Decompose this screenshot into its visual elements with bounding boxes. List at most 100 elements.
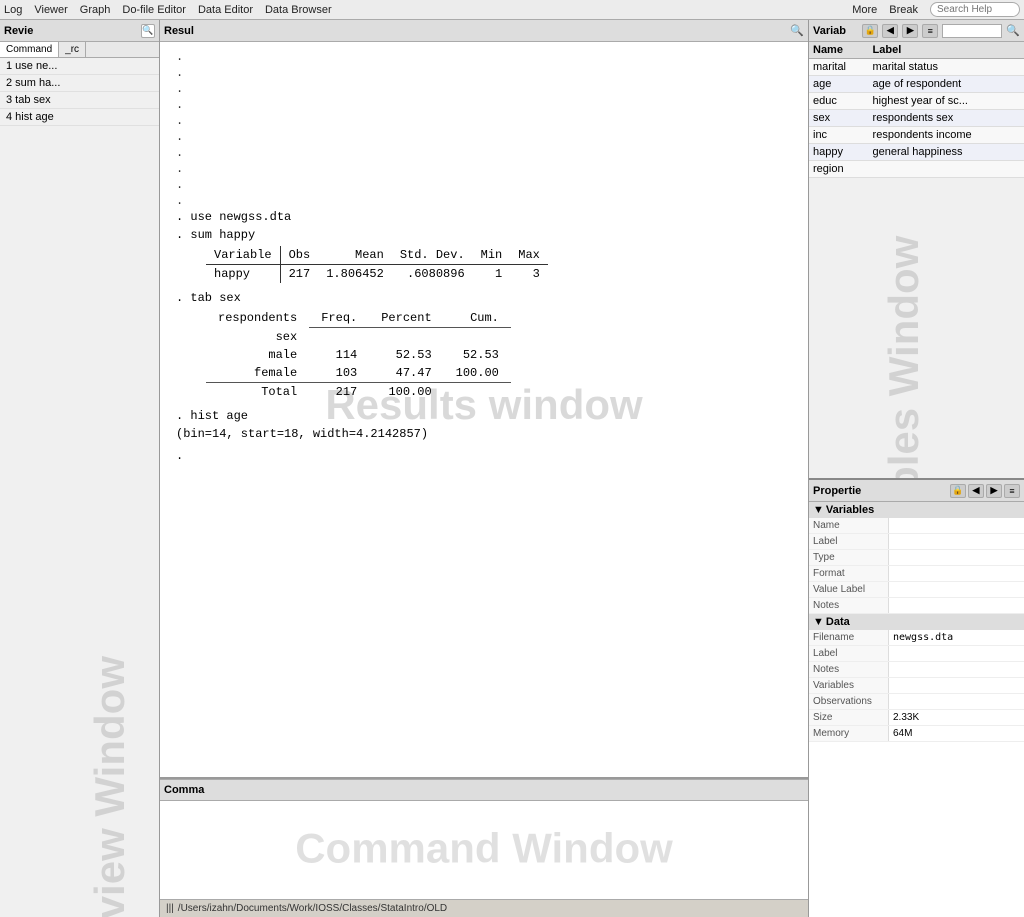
review-tabs: Command _rc [0,42,159,58]
review-tab-rc[interactable]: _rc [59,42,86,57]
prop-label-row: Label [809,534,1024,550]
results-search-icon[interactable]: 🔍 [790,24,804,37]
var-table-body: maritalmarital statusageage of responden… [809,59,1024,178]
menu-graph[interactable]: Graph [80,4,111,16]
prop-valuelabel-value [889,582,1024,597]
command-area: Comma Command Window [160,779,808,899]
search-input[interactable] [930,2,1020,17]
result-use-text: . use newgss.dta [176,210,291,224]
result-dot-3: . [176,82,792,96]
menu-dofile[interactable]: Do-file Editor [122,4,186,16]
var-row-0[interactable]: maritalmarital status [809,59,1024,76]
prop-type-row: Type [809,550,1024,566]
variables-search-icon[interactable]: 🔍 [1006,24,1020,37]
properties-content: ▼ Variables Name Label Type Format [809,502,1024,917]
results-content[interactable]: Results window . . . . . . . . . . . use… [160,42,808,777]
var-row-4[interactable]: increspondents income [809,127,1024,144]
result-histage-cmd: . hist age [176,409,792,423]
prop-size-value: 2.33K [889,710,1024,725]
menu-viewer[interactable]: Viewer [34,4,67,16]
tab-sex-male-row: male 114 52.53 52.53 [206,346,511,364]
result-dot-10: . [176,194,792,208]
var-row-5[interactable]: happygeneral happiness [809,144,1024,161]
command-header: Comma [160,779,808,801]
var-row-1[interactable]: ageage of respondent [809,76,1024,93]
result-use-cmd: . use newgss.dta [176,210,792,224]
var-col-label: Label [869,42,1024,59]
results-header: Resul 🔍 [160,20,808,42]
tab-sex-col-freq: Freq. [309,309,369,328]
var-cell-label-2: highest year of sc... [869,93,1024,110]
properties-header: Propertie 🔒 ◀ ▶ ≡ [809,480,1024,502]
var-row-2[interactable]: educhighest year of sc... [809,93,1024,110]
cell-happy-max: 3 [510,265,548,284]
prop-datanotes-value [889,662,1024,677]
tab-sex-female-row: female 103 47.47 100.00 [206,364,511,383]
prop-datavariables-row: Variables [809,678,1024,694]
result-dot-1: . [176,50,792,64]
result-tabsex-text: . tab sex [176,291,241,305]
variables-header-controls: 🔒 ◀ ▶ ≡ 🔍 [862,24,1020,38]
properties-left-icon[interactable]: ◀ [968,484,984,498]
menu-break[interactable]: Break [889,4,918,16]
prop-memory-label: Memory [809,726,889,741]
command-input[interactable] [168,810,800,824]
tab-sex-sublabel-row: sex [206,328,511,346]
prop-datanotes-label: Notes [809,662,889,677]
variables-search-input[interactable] [942,24,1002,38]
properties-right-icon[interactable]: ▶ [986,484,1002,498]
cell-male-freq: 114 [309,346,369,364]
variables-right-icon[interactable]: ▶ [902,24,918,38]
results-title: Resul [164,25,194,37]
properties-lock-icon[interactable]: 🔒 [950,484,966,498]
prop-type-label: Type [809,550,889,565]
cell-total-cum [444,382,511,401]
status-bar: ||| /Users/izahn/Documents/Work/IOSS/Cla… [160,899,808,917]
review-items-list: 1 use ne...2 sum ha...3 tab sex4 hist ag… [0,58,159,917]
tab-sex-total-row: Total 217 100.00 [206,382,511,401]
var-row-6[interactable]: region [809,161,1024,178]
prop-section-data[interactable]: ▼ Data [809,614,1024,630]
review-tab-command[interactable]: Command [0,42,59,57]
tab-sex-label1: respondents [206,309,309,328]
results-area: Resul 🔍 Results window . . . . . . . . .… [160,20,808,779]
prop-datavariables-value [889,678,1024,693]
right-panel: Variab 🔒 ◀ ▶ ≡ 🔍 Name Label [809,20,1024,917]
review-item-0[interactable]: 1 use ne... [0,58,159,75]
menu-log[interactable]: Log [4,4,22,16]
menu-more[interactable]: More [852,4,877,16]
cell-total-pct: 100.00 [369,382,443,401]
cell-happy-name: happy [206,265,280,284]
review-item-3[interactable]: 4 hist age [0,109,159,126]
variables-left-icon[interactable]: ◀ [882,24,898,38]
tab-sex-label-row: respondents Freq. Percent Cum. [206,309,511,328]
variables-lock-icon[interactable]: 🔒 [862,24,878,38]
var-cell-label-6 [869,161,1024,178]
review-search-icon[interactable]: 🔍 [141,24,155,38]
var-cell-label-4: respondents income [869,127,1024,144]
command-title: Comma [164,784,204,796]
menu-databrowser[interactable]: Data Browser [265,4,332,16]
var-row-3[interactable]: sexrespondents sex [809,110,1024,127]
command-content[interactable] [160,801,808,899]
variables-panel: Variab 🔒 ◀ ▶ ≡ 🔍 Name Label [809,20,1024,480]
result-sum-text: . sum happy [176,228,255,242]
var-cell-label-3: respondents sex [869,110,1024,127]
var-cell-name-3: sex [809,110,869,127]
cell-male-pct: 52.53 [369,346,443,364]
prop-datalabel-row: Label [809,646,1024,662]
prop-varnotes-value [889,598,1024,613]
menu-dataeditor[interactable]: Data Editor [198,4,253,16]
prop-section-variables[interactable]: ▼ Variables [809,502,1024,518]
prop-datanotes-row: Notes [809,662,1024,678]
prop-valuelabel-label: Value Label [809,582,889,597]
tab-sex-col-pct: Percent [369,309,443,328]
col-obs: Obs [280,246,318,265]
properties-menu-icon[interactable]: ≡ [1004,484,1020,498]
variables-menu-icon[interactable]: ≡ [922,24,938,38]
prop-datavariables-label: Variables [809,678,889,693]
review-item-1[interactable]: 2 sum ha... [0,75,159,92]
review-title: Revie [4,25,33,37]
review-item-2[interactable]: 3 tab sex [0,92,159,109]
cell-total-label: Total [206,382,309,401]
